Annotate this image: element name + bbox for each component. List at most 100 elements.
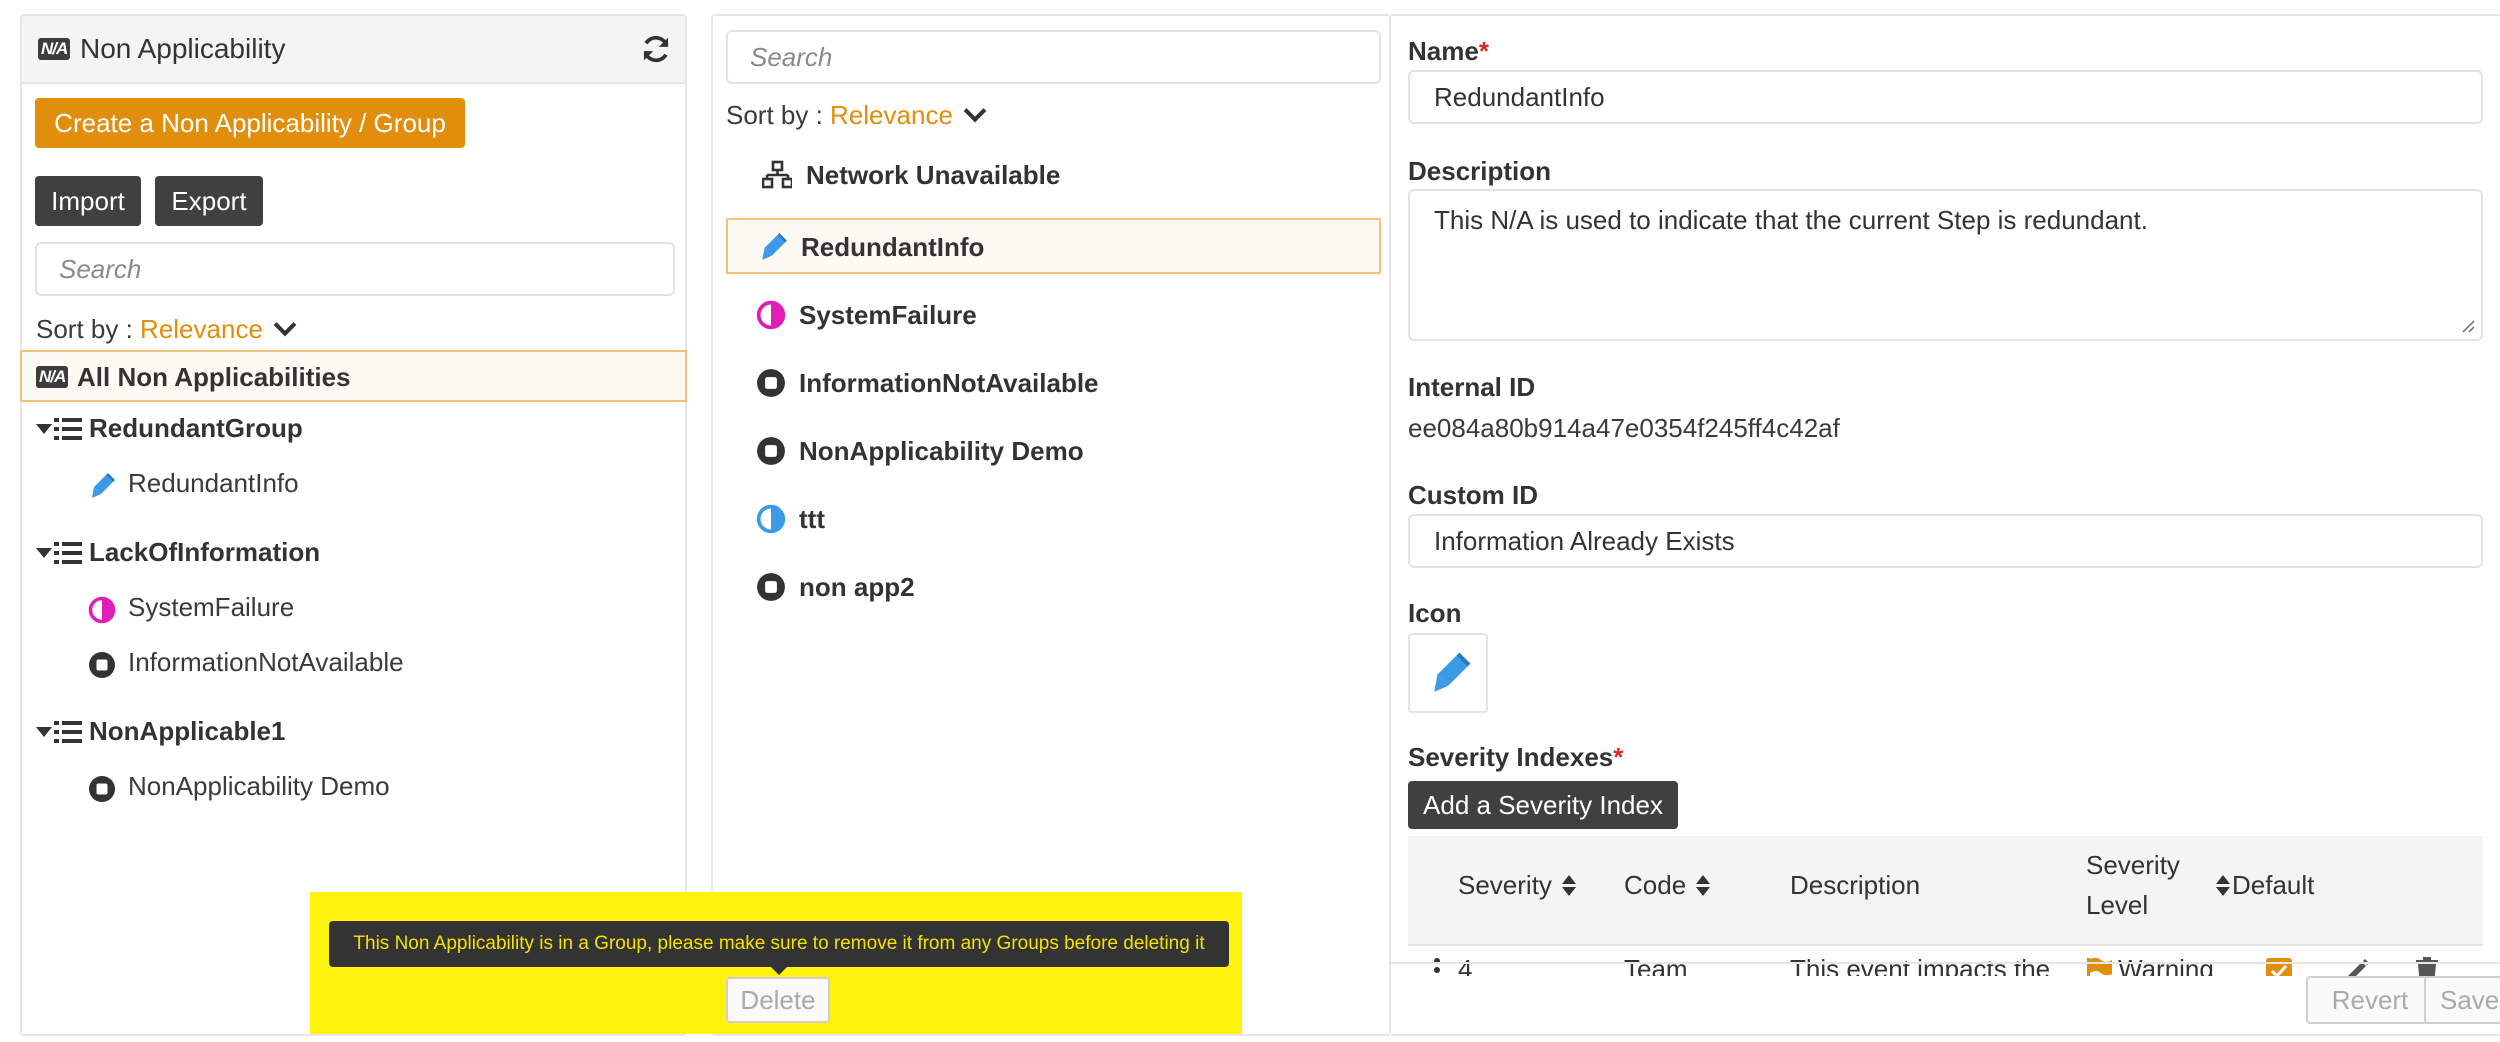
middle-search-input[interactable]: Search: [726, 30, 1381, 84]
non-applicability-tree-panel: N/A Non Applicability Create a Non Appli…: [20, 14, 687, 1036]
group-label: LackOfInformation: [89, 537, 321, 567]
chevron-down-icon: [963, 99, 987, 123]
drag-handle-icon[interactable]: [1433, 958, 1441, 976]
sort-prefix: Sort by :: [726, 100, 831, 130]
description-label: Description: [1408, 156, 1552, 186]
tree-item-nonapplicability-demo[interactable]: NonApplicability Demo: [22, 768, 662, 808]
resize-grip-icon[interactable]: [2461, 319, 2475, 333]
chevron-down-icon: [273, 313, 297, 337]
detail-form-panel: Name* RedundantInfo Description This N/A…: [1391, 14, 2500, 1036]
sort-value: Relevance: [830, 100, 953, 130]
tree-group-nonapplicable1[interactable]: NonApplicable1: [22, 713, 662, 753]
trash-icon[interactable]: [2414, 956, 2440, 976]
list-item-ttt[interactable]: ttt: [726, 492, 1381, 548]
list-item-systemfailure[interactable]: SystemFailure: [726, 288, 1381, 344]
left-search-input[interactable]: Search: [35, 242, 675, 296]
cell-code: Team: [1624, 954, 1688, 976]
sort-prefix: Sort by :: [36, 314, 141, 344]
list-item-redundantinfo[interactable]: RedundantInfo: [726, 218, 1381, 274]
table-header: Severity Code Description Severity Level…: [1408, 836, 2483, 946]
tree-item-all[interactable]: N/A All Non Applicabilities: [20, 350, 687, 402]
tree-item-label: RedundantInfo: [128, 468, 299, 498]
panel-title: Non Applicability: [80, 33, 286, 64]
left-sort-dropdown[interactable]: Sort by : Relevance: [36, 313, 297, 345]
internal-id-value: ee084a80b914a47e0354f245ff4c42af: [1408, 413, 1840, 443]
add-severity-index-button[interactable]: Add a Severity Index: [1408, 781, 1678, 829]
na-badge-icon: N/A: [38, 38, 71, 60]
custom-id-label: Custom ID: [1408, 480, 1538, 510]
export-button[interactable]: Export: [155, 176, 263, 226]
default-checkbox[interactable]: [2266, 958, 2292, 976]
column-header-severity-level-line2: Level: [2086, 890, 2149, 920]
list-item-label: SystemFailure: [799, 300, 977, 330]
half-circle-icon: [88, 596, 116, 624]
cell-severity: 4: [1458, 954, 1473, 976]
half-circle-icon: [756, 300, 786, 330]
column-header-code[interactable]: Code: [1624, 870, 1711, 901]
create-non-applicability-button[interactable]: Create a Non Applicability / Group: [35, 98, 465, 148]
marker-icon: [1434, 652, 1471, 692]
stop-circle-icon: [89, 652, 115, 678]
caret-down-icon[interactable]: [36, 424, 52, 434]
list-item-label: Network Unavailable: [806, 160, 1061, 190]
tree-item-label: SystemFailure: [128, 592, 295, 622]
severity-table: Severity Code Description Severity Level…: [1408, 836, 2483, 976]
group-label: NonApplicable1: [89, 716, 286, 746]
revert-button[interactable]: Revert: [2306, 976, 2434, 1024]
list-item-network-unavailable[interactable]: Network Unavailable: [726, 148, 1381, 204]
list-item-informationnotavailable[interactable]: InformationNotAvailable: [726, 356, 1381, 412]
save-button[interactable]: Save: [2424, 976, 2500, 1024]
list-item-label: ttt: [799, 504, 825, 534]
name-field[interactable]: RedundantInfo: [1408, 70, 2483, 124]
group-label: RedundantGroup: [89, 413, 303, 443]
refresh-icon[interactable]: [639, 32, 673, 66]
description-textarea[interactable]: This N/A is used to indicate that the cu…: [1408, 189, 2483, 341]
sort-icon: [2216, 875, 2230, 897]
list-item-non-app2[interactable]: non app2: [726, 560, 1381, 616]
column-header-severity[interactable]: Severity: [1458, 870, 1576, 901]
sort-icon: [1561, 875, 1576, 897]
column-header-severity-level[interactable]: Severity: [2086, 850, 2180, 881]
list-icon: [54, 418, 82, 440]
stop-circle-icon: [757, 573, 785, 601]
tree-item-label: InformationNotAvailable: [128, 647, 404, 677]
half-circle-icon: [756, 504, 786, 534]
tree-item-redundantinfo[interactable]: RedundantInfo: [22, 465, 662, 505]
column-header-description[interactable]: Description: [1790, 870, 1920, 901]
marker-icon: [92, 473, 115, 498]
list-item-label: InformationNotAvailable: [799, 368, 1099, 398]
tree-group-redundantgroup[interactable]: RedundantGroup: [22, 410, 662, 450]
sort-value: Relevance: [140, 314, 263, 344]
check-icon: [2270, 964, 2288, 976]
import-button[interactable]: Import: [35, 176, 141, 226]
tree-group-lackofinformation[interactable]: LackOfInformation: [22, 534, 662, 574]
tree-item-label: All Non Applicabilities: [77, 362, 351, 392]
tree-item-label: NonApplicability Demo: [128, 771, 390, 801]
caret-down-icon[interactable]: [36, 727, 52, 737]
stop-circle-icon: [757, 437, 785, 465]
list-icon: [54, 542, 82, 564]
edit-icon[interactable]: [2342, 956, 2372, 976]
panel-header: N/A Non Applicability: [22, 16, 685, 84]
stop-circle-icon: [89, 776, 115, 802]
list-item-label: non app2: [799, 572, 915, 602]
delete-button[interactable]: Delete: [726, 977, 830, 1023]
icon-picker[interactable]: [1408, 633, 1488, 713]
tree-item-systemfailure[interactable]: SystemFailure: [22, 589, 662, 629]
network-icon: [762, 160, 792, 189]
na-badge-icon: N/A: [36, 366, 69, 388]
stop-circle-icon: [757, 369, 785, 397]
custom-id-field[interactable]: Information Already Exists: [1408, 514, 2483, 568]
middle-sort-dropdown[interactable]: Sort by : Relevance: [726, 99, 987, 131]
column-header-default[interactable]: Default: [2216, 870, 2314, 901]
tooltip-arrow: [770, 966, 788, 975]
cell-severity-level: Warning: [2118, 954, 2214, 976]
list-item-nonapplicability-demo[interactable]: NonApplicability Demo: [726, 424, 1381, 480]
severity-indexes-label: Severity Indexes*: [1408, 742, 1624, 772]
list-item-label: RedundantInfo: [801, 232, 985, 262]
tree-item-informationnotavailable[interactable]: InformationNotAvailable: [22, 644, 662, 684]
cell-description: This event impacts the: [1790, 954, 2051, 976]
list-icon: [54, 721, 82, 743]
footer-divider: [1391, 962, 2500, 964]
caret-down-icon[interactable]: [36, 548, 52, 558]
